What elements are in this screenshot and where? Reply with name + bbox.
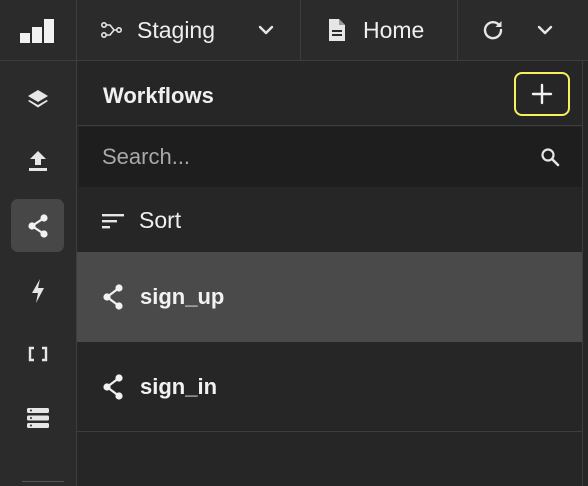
workflow-label: sign_in bbox=[140, 373, 218, 399]
sort-button[interactable]: Sort bbox=[77, 189, 582, 252]
refresh-icon bbox=[483, 21, 503, 40]
share-nodes-icon bbox=[103, 373, 123, 400]
workflow-item-sign-in[interactable]: sign_in bbox=[77, 342, 582, 432]
panel-title: Workflows bbox=[103, 83, 214, 108]
chevron-down-icon[interactable] bbox=[537, 25, 553, 35]
layers-icon bbox=[27, 89, 48, 107]
sort-label: Sort bbox=[139, 207, 182, 233]
workflows-panel: Workflows Sort bbox=[77, 61, 588, 486]
upload-icon bbox=[28, 150, 47, 171]
sort-icon bbox=[102, 213, 124, 228]
rail-item-layers[interactable] bbox=[11, 72, 64, 125]
search-input[interactable] bbox=[79, 127, 520, 187]
add-workflow-button[interactable] bbox=[514, 72, 570, 116]
rail-item-actions[interactable] bbox=[11, 264, 64, 317]
lightning-icon bbox=[31, 278, 44, 303]
refresh-button[interactable] bbox=[458, 0, 587, 60]
rail-item-upload[interactable] bbox=[11, 134, 64, 187]
workflow-item-sign-up[interactable]: sign_up bbox=[77, 252, 582, 342]
left-rail bbox=[0, 61, 77, 486]
workflow-branch-icon bbox=[101, 22, 123, 38]
logo-icon bbox=[20, 19, 54, 43]
page-label: Home bbox=[363, 16, 425, 43]
brackets-icon bbox=[28, 346, 47, 361]
chevron-down-icon bbox=[258, 25, 274, 35]
logo[interactable] bbox=[0, 0, 77, 60]
share-nodes-icon bbox=[103, 284, 123, 310]
search-icon[interactable] bbox=[520, 147, 580, 167]
panel-header: Workflows bbox=[77, 61, 582, 126]
top-bar: Staging Home bbox=[0, 0, 588, 61]
environment-label: Staging bbox=[137, 16, 216, 43]
share-nodes-icon bbox=[27, 213, 48, 238]
rail-item-workflows[interactable] bbox=[11, 199, 64, 252]
search-box bbox=[79, 127, 582, 187]
panel-divider bbox=[582, 61, 583, 486]
document-icon bbox=[329, 19, 345, 41]
rail-item-database[interactable] bbox=[11, 391, 64, 444]
plus-icon bbox=[531, 83, 553, 105]
workflow-label: sign_up bbox=[140, 284, 225, 309]
rail-divider bbox=[22, 481, 64, 482]
rail-item-variables[interactable] bbox=[11, 327, 64, 380]
environment-selector[interactable]: Staging bbox=[77, 0, 301, 60]
app-window: Staging Home Workflows Search... Sort si… bbox=[0, 0, 588, 486]
page-selector[interactable]: Home bbox=[301, 0, 458, 60]
database-icon bbox=[26, 407, 49, 428]
